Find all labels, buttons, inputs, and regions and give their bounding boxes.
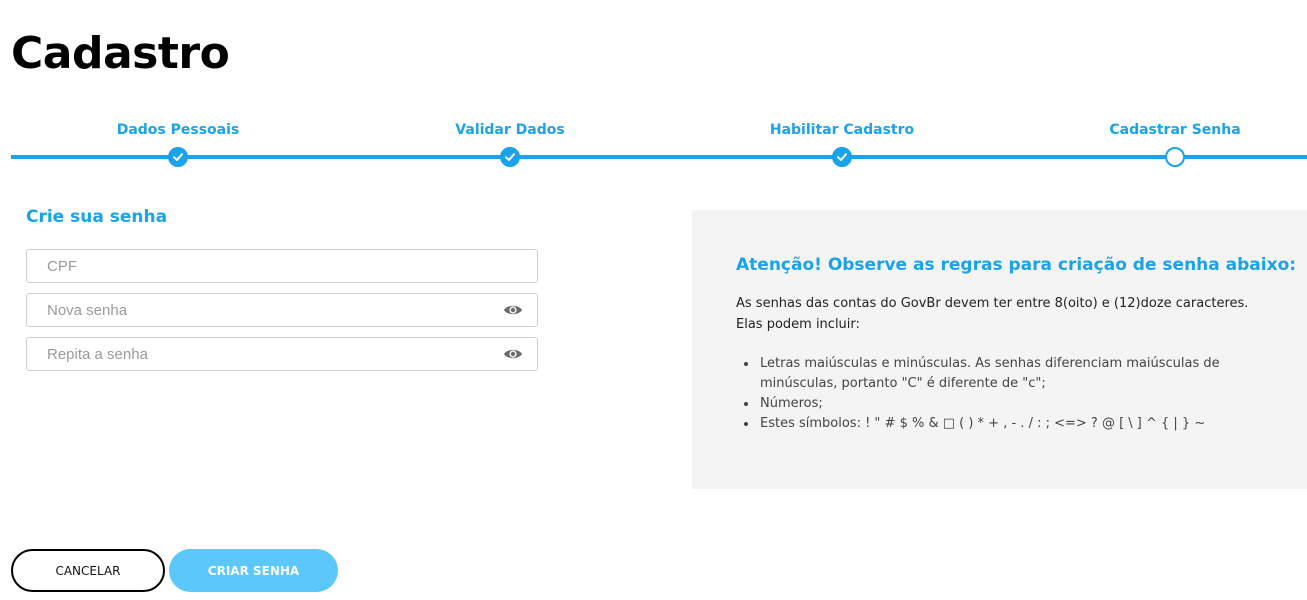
cpf-input[interactable]	[27, 250, 537, 282]
step-label: Cadastrar Senha	[1109, 122, 1241, 138]
nova-senha-field	[26, 293, 538, 327]
current-step-circle-icon	[1165, 147, 1185, 167]
eye-icon[interactable]	[503, 303, 523, 317]
repita-senha-input[interactable]	[27, 338, 537, 370]
check-icon	[168, 147, 188, 167]
page-title: Cadastro	[11, 28, 230, 79]
rule-item: Números;	[758, 394, 1278, 414]
eye-icon[interactable]	[503, 347, 523, 361]
step-habilitar-cadastro: Habilitar Cadastro	[732, 118, 952, 167]
rule-item: Letras maiúsculas e minúsculas. As senha…	[758, 354, 1278, 394]
create-password-button[interactable]: CRIAR SENHA	[169, 549, 338, 592]
progress-stepper: Dados Pessoais Validar Dados Habilitar C…	[11, 118, 1307, 174]
rules-intro: As senhas das contas do GovBr devem ter …	[736, 296, 1249, 332]
cpf-field	[26, 249, 538, 283]
step-label: Habilitar Cadastro	[769, 122, 915, 138]
password-rules-panel: Atenção! Observe as regras para criação …	[692, 210, 1307, 489]
check-icon	[832, 147, 852, 167]
step-dados-pessoais: Dados Pessoais	[68, 118, 288, 167]
rules-list: Letras maiúsculas e minúsculas. As senha…	[758, 354, 1278, 434]
step-label: Validar Dados	[455, 122, 565, 138]
check-icon	[500, 147, 520, 167]
step-validar-dados: Validar Dados	[400, 118, 620, 167]
nova-senha-input[interactable]	[27, 294, 537, 326]
stepper-line	[11, 155, 1307, 159]
step-cadastrar-senha: Cadastrar Senha	[1065, 118, 1285, 167]
rules-title: Atenção! Observe as regras para criação …	[736, 255, 1297, 275]
repita-senha-field	[26, 337, 538, 371]
cancel-button[interactable]: CANCELAR	[11, 549, 165, 592]
rule-item: Estes símbolos: ! " # $ % & □ ( ) * + , …	[758, 414, 1278, 434]
step-label: Dados Pessoais	[116, 122, 240, 138]
form-title: Crie sua senha	[26, 207, 168, 227]
